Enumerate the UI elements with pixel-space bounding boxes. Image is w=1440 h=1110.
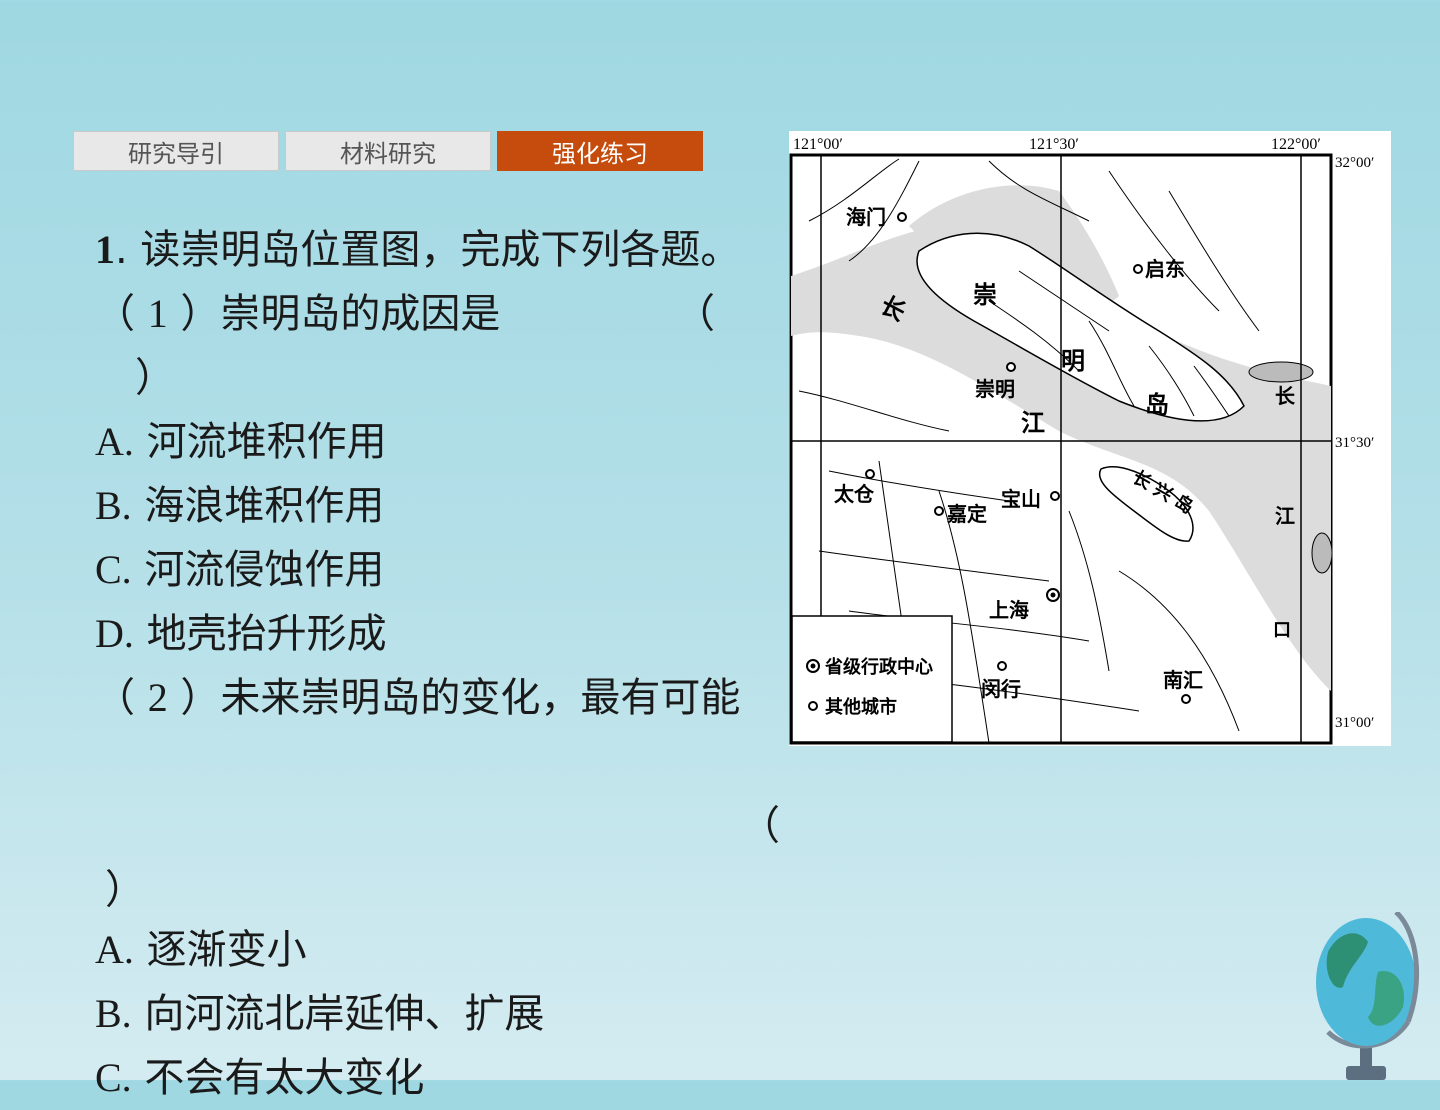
legend-label: 其他城市: [825, 696, 897, 718]
city-label: 海门: [846, 205, 886, 229]
map-legend: [791, 615, 953, 743]
legend-capital-dot: [810, 663, 816, 669]
option-letter: C.: [95, 547, 132, 592]
lat-label: 31°00′: [1335, 715, 1374, 731]
sub1-open: （: [95, 291, 148, 337]
river-char: 长: [1275, 384, 1296, 408]
option-letter: A.: [95, 419, 134, 464]
island-char: 崇: [973, 281, 997, 309]
globe-icon: [1316, 912, 1420, 1080]
city-label: 嘉定: [946, 502, 987, 526]
city-label: 南汇: [1163, 668, 1203, 692]
option-text: 河流侵蚀作用: [131, 547, 385, 593]
city-label: 闵行: [981, 677, 1021, 701]
legend-label: 省级行政中心: [824, 656, 933, 678]
lon-label: 121°00′: [793, 136, 843, 153]
lat-label: 32°00′: [1335, 155, 1374, 171]
option-letter: C.: [95, 1055, 132, 1100]
option-letter: D.: [95, 611, 134, 656]
sub2-text: ）未来崇明岛的变化，最有可能: [167, 675, 741, 721]
city-label: 上海: [989, 598, 1029, 622]
question-stem: 1. 读崇明岛位置图，完成下列各题。: [95, 218, 740, 282]
lon-label: 121°30′: [1029, 136, 1079, 153]
city-label: 启东: [1145, 257, 1185, 281]
option-text: 海浪堆积作用: [131, 483, 385, 529]
sub1-answer-paren-close: ）: [135, 355, 175, 401]
option-2a[interactable]: A. 逐渐变小: [95, 918, 307, 982]
island-char: 明: [1061, 347, 1085, 375]
option-text: 逐渐变小: [133, 927, 307, 973]
sub-question-2: （ 2 ）未来崇明岛的变化，最有可能: [95, 666, 740, 730]
city-label: 太仓: [834, 482, 875, 506]
tab-research-guide[interactable]: 研究导引: [73, 131, 279, 171]
sub2-number: 2: [147, 675, 168, 720]
option-1d[interactable]: D. 地壳抬升形成: [95, 602, 387, 666]
sub1-answer-paren-open: （: [675, 291, 715, 337]
sub2-answer-paren-open: （: [740, 803, 780, 849]
sub-question-1: （ 1 ）崇明岛的成因是: [95, 282, 500, 346]
shoal: [1311, 532, 1333, 574]
island-char: 岛: [1145, 391, 1169, 419]
option-text: 不会有太大变化: [131, 1055, 425, 1101]
option-1c[interactable]: C. 河流侵蚀作用: [95, 538, 384, 602]
capital-dot: [1050, 592, 1056, 598]
option-letter: A.: [95, 927, 134, 972]
option-letter: B.: [95, 483, 132, 528]
option-1b[interactable]: B. 海浪堆积作用: [95, 474, 384, 538]
option-text: 地壳抬升形成: [133, 611, 387, 657]
river-char: 口: [1273, 620, 1291, 641]
question-stem-text: . 读崇明岛位置图，完成下列各题。: [115, 227, 741, 273]
river-char: 江: [1275, 504, 1295, 528]
question-number: 1: [95, 227, 115, 272]
tab-material-research[interactable]: 材料研究: [285, 131, 491, 171]
sub1-text: ）崇明岛的成因是: [167, 291, 501, 337]
tab-bar: 研究导引 材料研究 强化练习: [73, 131, 703, 171]
chongming-map: 121°00′ 121°30′ 122°00′ 32°00′ 31°30′ 31…: [789, 131, 1391, 746]
shoal: [1248, 361, 1314, 383]
map-svg: 121°00′ 121°30′ 122°00′ 32°00′ 31°30′ 31…: [789, 136, 1374, 745]
option-text: 向河流北岸延伸、扩展: [131, 991, 545, 1037]
option-letter: B.: [95, 991, 132, 1036]
option-2c[interactable]: C. 不会有太大变化: [95, 1046, 424, 1110]
city-label: 宝山: [1001, 487, 1041, 511]
city-label: 崇明: [975, 377, 1015, 401]
sub2-open: （: [95, 675, 148, 721]
legend-city-icon: [808, 701, 818, 711]
sub2-answer-paren-close: ）: [105, 867, 145, 913]
option-2b[interactable]: B. 向河流北岸延伸、扩展: [95, 982, 544, 1046]
option-1a[interactable]: A. 河流堆积作用: [95, 410, 387, 474]
sub1-number: 1: [147, 291, 168, 336]
tab-practice[interactable]: 强化练习: [497, 131, 703, 171]
lon-label: 122°00′: [1271, 136, 1321, 153]
lat-label: 31°30′: [1335, 435, 1374, 451]
river-char: 江: [1021, 409, 1045, 437]
option-text: 河流堆积作用: [133, 419, 387, 465]
